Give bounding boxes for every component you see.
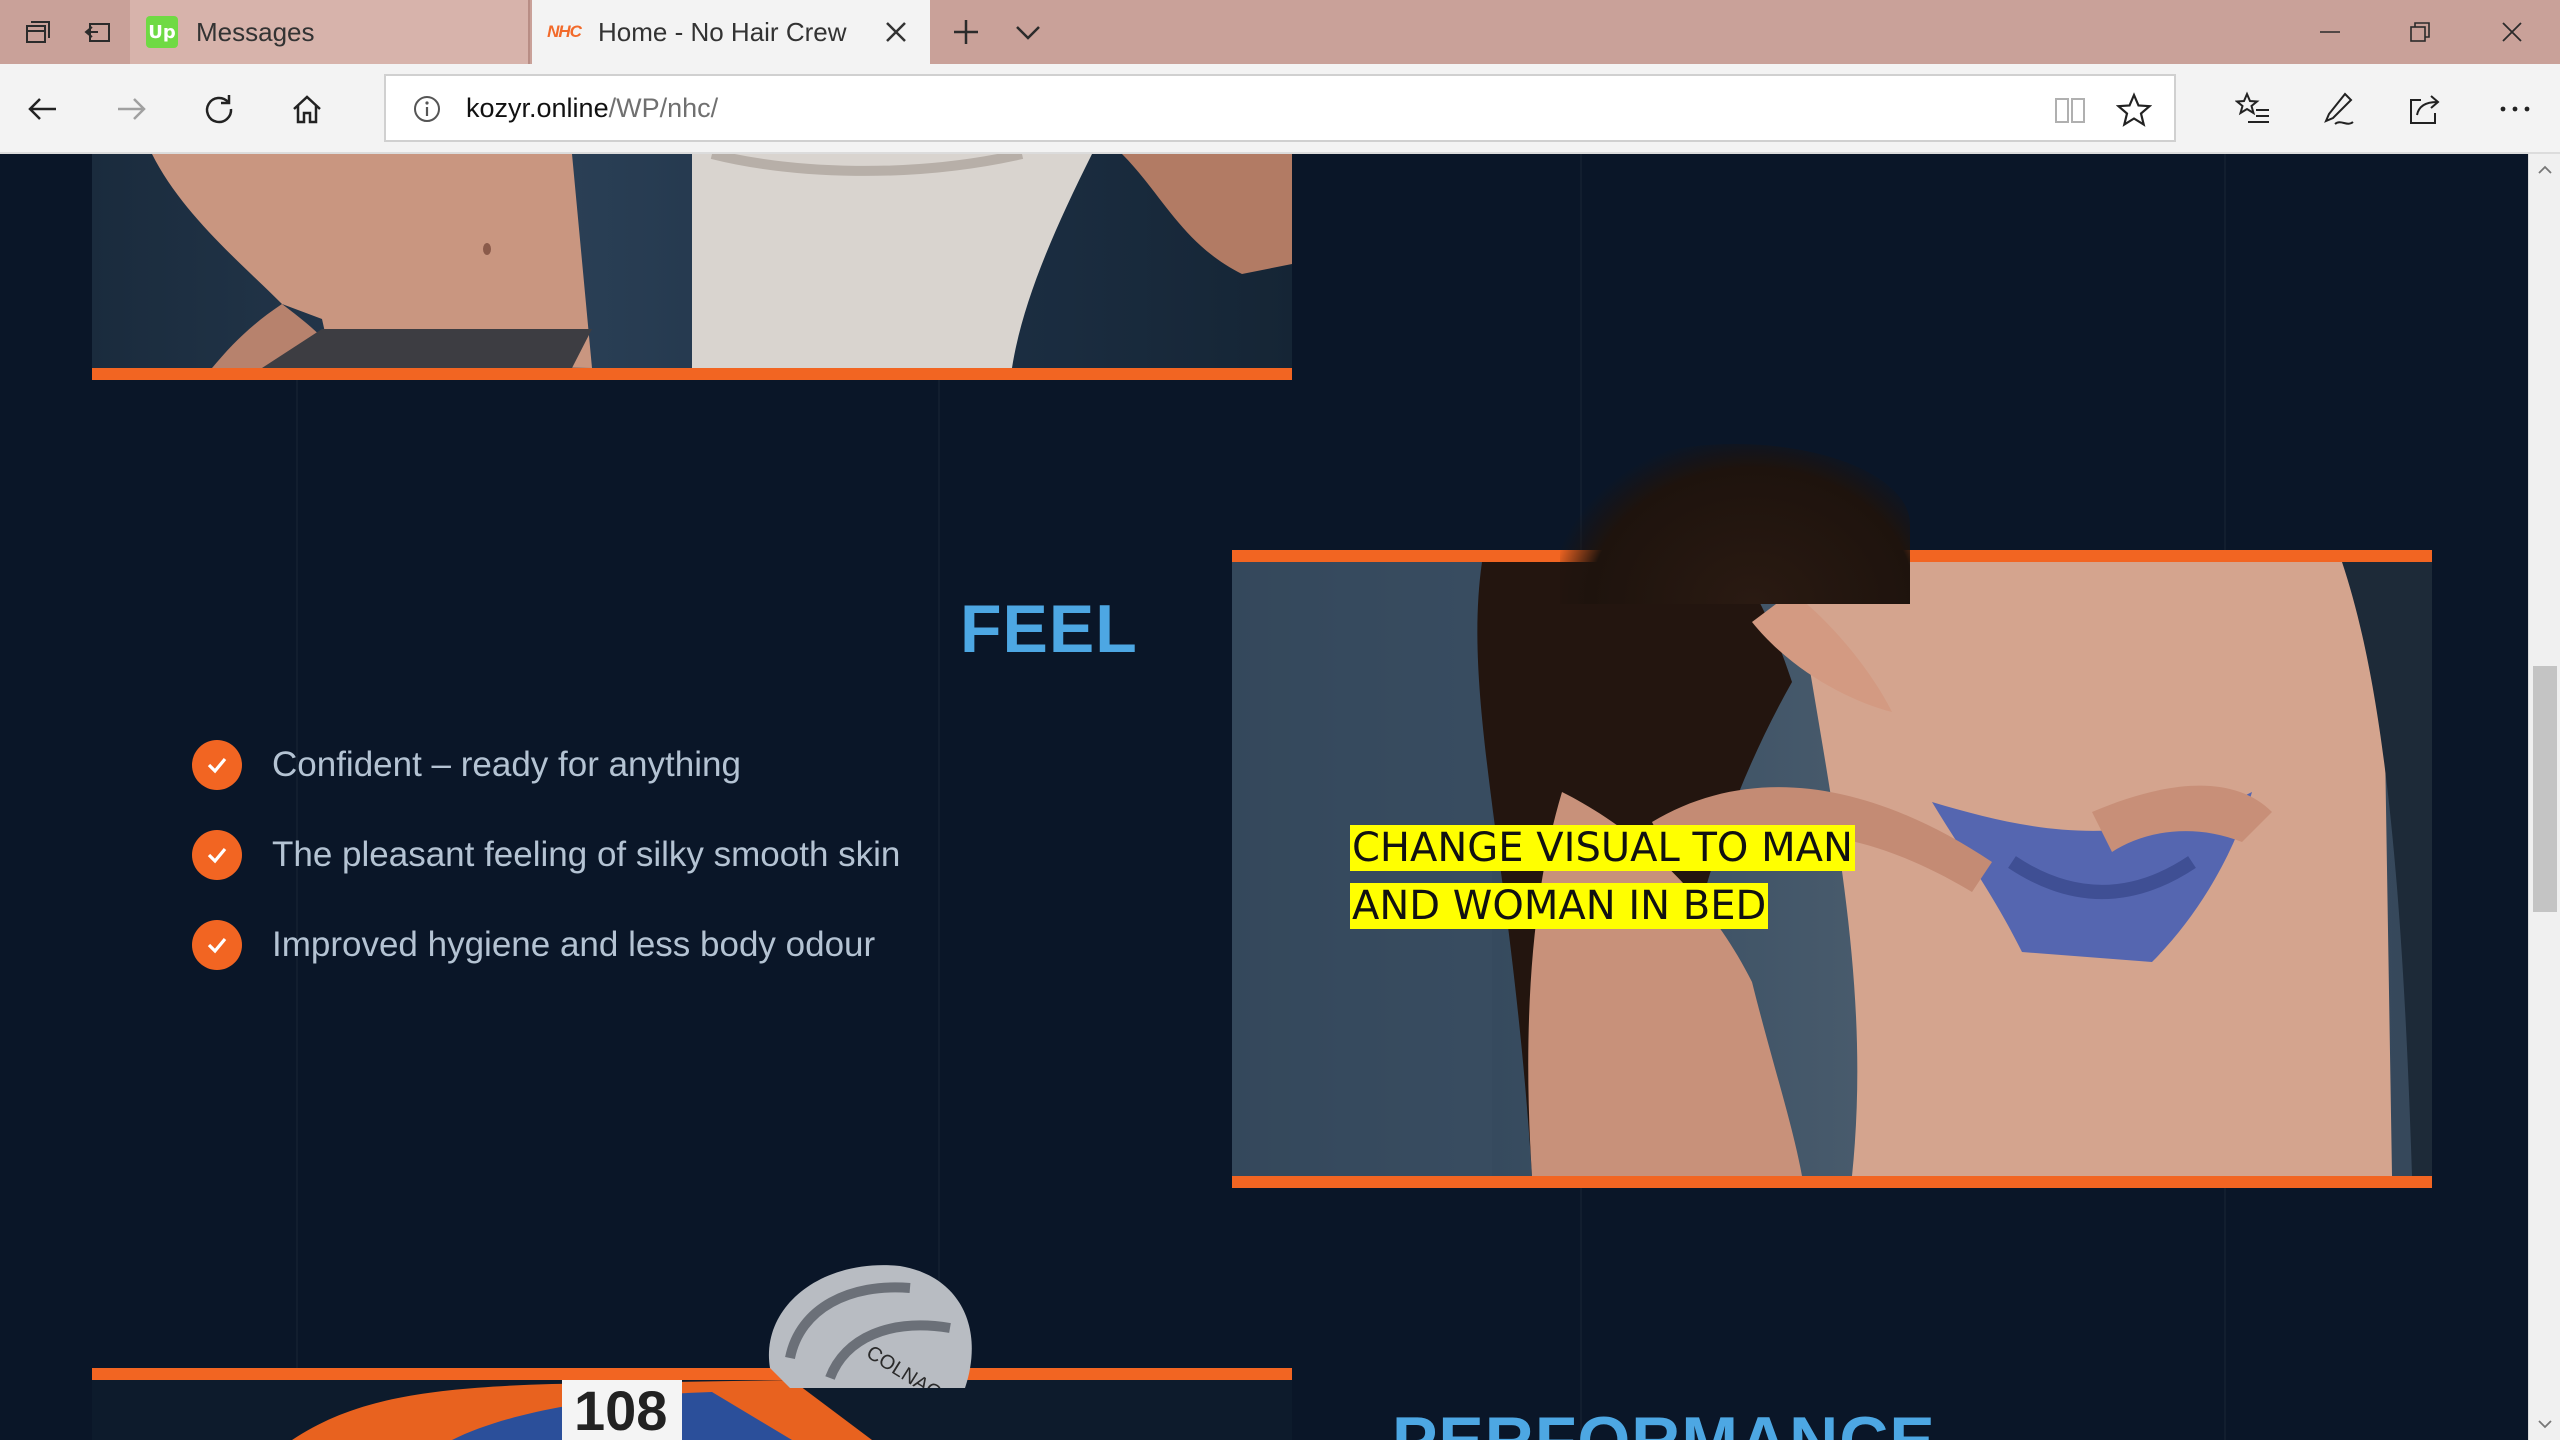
more-options-icon[interactable] [2488, 82, 2542, 136]
cyclist-illustration: 108 [292, 1380, 872, 1440]
navigation-toolbar: kozyr.online/WP/nhc/ [0, 64, 2560, 154]
new-tab-icon[interactable] [938, 0, 994, 64]
change-request-annotation: CHANGE VISUAL TO MAN AND WOMAN IN BED [1350, 819, 1855, 935]
restore-icon[interactable] [2390, 0, 2450, 64]
tab-home-no-hair-crew[interactable]: NHC Home - No Hair Crew [532, 0, 930, 64]
web-note-pen-icon[interactable] [2312, 82, 2366, 136]
address-bar[interactable]: kozyr.online/WP/nhc/ [384, 74, 2176, 142]
favorites-hub-icon[interactable] [2226, 82, 2280, 136]
url-domain: kozyr.online [466, 93, 609, 123]
chevron-down-icon[interactable] [1000, 0, 1056, 64]
tab-title: Messages [196, 16, 315, 47]
forward-arrow-icon[interactable] [104, 82, 158, 136]
tab-title: Home - No Hair Crew [598, 16, 847, 47]
upwork-icon: Up [146, 16, 178, 48]
checkmark-icon [192, 830, 242, 880]
reading-view-icon[interactable] [2050, 90, 2090, 130]
site-info-icon[interactable] [410, 92, 444, 126]
url-text[interactable]: kozyr.online/WP/nhc/ [466, 93, 718, 124]
feature-list-item: Improved hygiene and less body odour [192, 920, 875, 970]
tab-messages[interactable]: Up Messages [130, 0, 530, 64]
close-tab-icon[interactable] [876, 12, 916, 52]
feature-text: Improved hygiene and less body odour [272, 925, 876, 964]
home-icon[interactable] [280, 82, 334, 136]
orange-accent-bar [92, 368, 1292, 380]
minimize-icon[interactable] [2300, 0, 2360, 64]
tab-bar: Up Messages NHC Home - No Hair Crew [0, 0, 2560, 64]
web-page-content: FEEL Confident – ready for anything The … [0, 154, 2528, 1440]
bib-number: 108 [574, 1380, 667, 1440]
scrollbar-thumb[interactable] [2533, 666, 2557, 912]
scroll-up-arrow-icon[interactable] [2529, 154, 2560, 186]
scroll-down-arrow-icon[interactable] [2529, 1408, 2560, 1440]
nhc-icon: NHC [547, 22, 582, 41]
page-scrollbar[interactable] [2528, 154, 2560, 1440]
section-title-feel: FEEL [960, 591, 1138, 667]
checkmark-icon [192, 740, 242, 790]
top-section-image [92, 154, 1292, 368]
url-path: /WP/nhc/ [608, 93, 719, 123]
section-title-performance: PERFORMANCE [1392, 1402, 1936, 1440]
back-arrow-icon[interactable] [16, 82, 70, 136]
feature-list-item: Confident – ready for anything [192, 740, 741, 790]
feature-list-item: The pleasant feeling of silky smooth ski… [192, 830, 900, 880]
share-icon[interactable] [2398, 82, 2452, 136]
annotation-line: AND WOMAN IN BED [1350, 883, 1769, 929]
tab-actions-icon[interactable] [8, 0, 68, 64]
feature-text: The pleasant feeling of silky smooth ski… [272, 835, 901, 874]
performance-section-image: 108 [92, 1380, 1292, 1440]
set-tabs-aside-icon[interactable] [68, 0, 128, 64]
annotation-line: CHANGE VISUAL TO MAN [1350, 825, 1855, 871]
checkmark-icon [192, 920, 242, 970]
refresh-icon[interactable] [192, 82, 246, 136]
photo-hair-overflow [1560, 444, 1910, 604]
feature-text: Confident – ready for anything [272, 745, 741, 784]
torsos-illustration [152, 154, 1292, 368]
orange-accent-bar [92, 1368, 1292, 1380]
close-window-icon[interactable] [2482, 0, 2542, 64]
favorite-star-icon[interactable] [2114, 90, 2154, 130]
orange-accent-bar [1232, 1176, 2432, 1188]
cyclist-helmet: COLNAGO [768, 1265, 972, 1388]
